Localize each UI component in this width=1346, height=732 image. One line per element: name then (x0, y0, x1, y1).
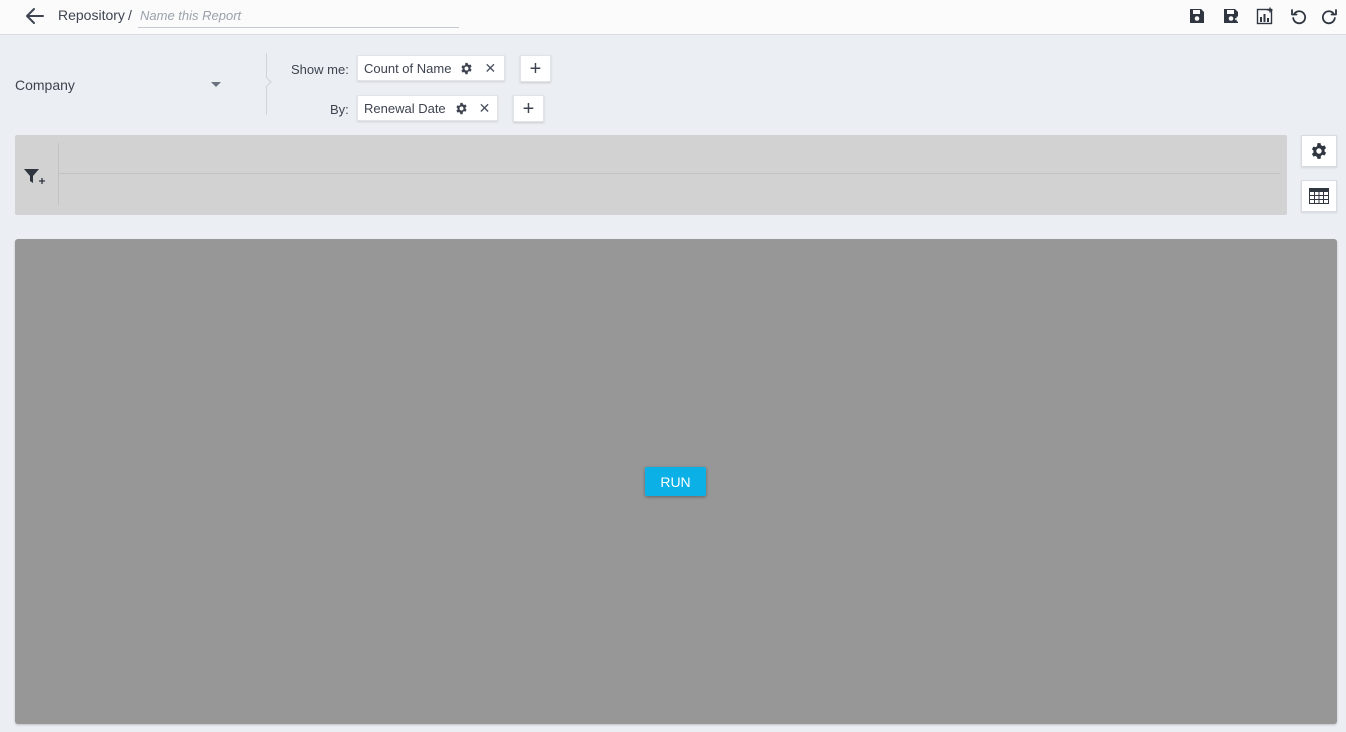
remove-chip-close-icon[interactable]: ✕ (484, 61, 496, 75)
filter-bar (15, 135, 1287, 215)
gear-icon (1311, 143, 1327, 159)
table-view-button[interactable] (1301, 180, 1337, 212)
back-arrow-icon[interactable] (24, 6, 46, 26)
redo-icon[interactable] (1318, 5, 1340, 27)
add-show-me-button[interactable]: + (520, 55, 551, 82)
save-as-icon[interactable] (1220, 5, 1242, 27)
add-by-button[interactable]: + (513, 95, 544, 122)
add-filter-icon[interactable] (23, 167, 47, 187)
run-button[interactable]: RUN (645, 467, 706, 496)
filter-divider-vertical (58, 143, 59, 205)
config-divider-notch (260, 76, 272, 88)
table-icon (1309, 188, 1329, 204)
chevron-down-icon (211, 82, 221, 87)
report-canvas: RUN (15, 239, 1337, 724)
breadcrumb-repository[interactable]: Repository (58, 7, 125, 23)
remove-chip-close-icon[interactable]: ✕ (479, 101, 491, 115)
by-chip[interactable]: Renewal Date ✕ (357, 95, 498, 121)
undo-icon[interactable] (1288, 5, 1310, 27)
by-chip-label: Renewal Date (364, 100, 446, 116)
top-bar: Repository / (0, 0, 1346, 35)
show-me-chip-label: Count of Name (364, 60, 452, 76)
gear-icon[interactable] (455, 102, 468, 115)
show-me-chip[interactable]: Count of Name ✕ (357, 55, 505, 81)
show-me-label: Show me: (291, 62, 349, 77)
breadcrumb-separator: / (128, 7, 132, 23)
save-icon[interactable] (1186, 5, 1208, 27)
gear-icon[interactable] (460, 62, 473, 75)
object-select-dropdown[interactable]: Company (15, 74, 225, 96)
settings-button[interactable] (1301, 135, 1337, 167)
filter-divider-horizontal (59, 173, 1280, 174)
object-select-label: Company (15, 77, 75, 93)
add-chart-icon[interactable] (1254, 5, 1276, 27)
by-label: By: (330, 102, 349, 117)
report-name-input[interactable] (138, 3, 459, 28)
